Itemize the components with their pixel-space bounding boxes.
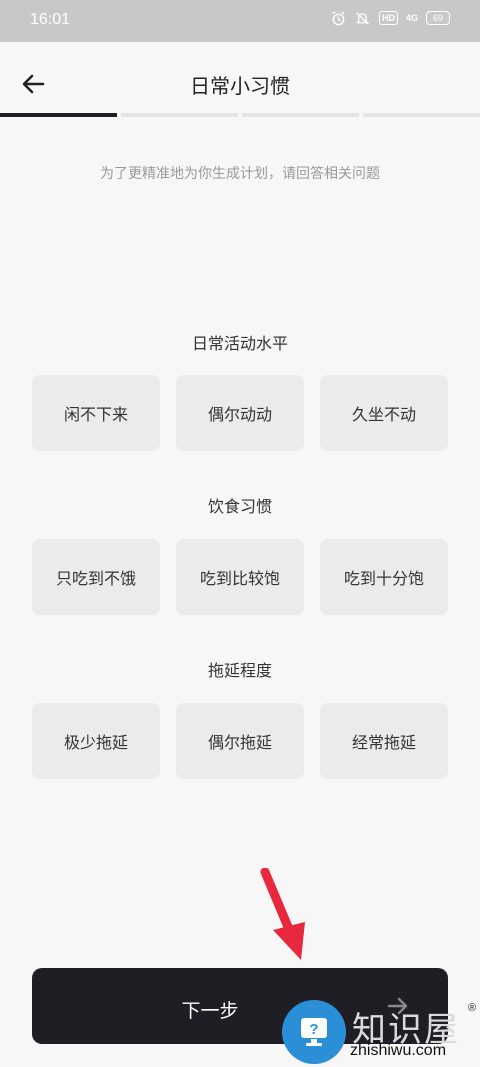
status-time: 16:01 (30, 11, 71, 28)
option-group-activity: 闲不下来 偶尔动动 久坐不动 (32, 375, 448, 451)
option-button[interactable]: 极少拖延 (32, 703, 160, 779)
option-button[interactable]: 闲不下来 (32, 375, 160, 451)
mute-icon (355, 10, 371, 26)
option-button[interactable]: 偶尔拖延 (176, 703, 304, 779)
battery-icon: 69 (426, 11, 450, 25)
option-button[interactable]: 偶尔动动 (176, 375, 304, 451)
option-group-diet: 只吃到不饿 吃到比较饱 吃到十分饱 (32, 539, 448, 615)
watermark: ? 知识屋 ® zhishiwu.com (282, 1000, 480, 1067)
step-progress (0, 113, 480, 118)
page-title: 日常小习惯 (190, 74, 290, 98)
option-group-procrastination: 极少拖延 偶尔拖延 经常拖延 (32, 703, 448, 779)
progress-step (121, 113, 238, 117)
hd-badge: HD (378, 11, 398, 25)
svg-text:?: ? (309, 1021, 318, 1038)
red-arrow-icon (260, 868, 305, 960)
option-button[interactable]: 只吃到不饿 (32, 539, 160, 615)
progress-step (242, 113, 359, 117)
instruction-text: 为了更精准地为你生成计划，请回答相关问题 (100, 166, 380, 182)
section-title-activity: 日常活动水平 (191, 334, 288, 353)
option-button[interactable]: 吃到比较饱 (176, 539, 304, 615)
watermark-url: zhishiwu.com (350, 1042, 447, 1059)
alarm-icon (331, 10, 347, 26)
option-button[interactable]: 吃到十分饱 (320, 539, 448, 615)
status-icons: HD 4G 69 (331, 10, 450, 26)
option-button[interactable]: 久坐不动 (320, 375, 448, 451)
progress-step (363, 113, 480, 117)
section-title-diet: 饮食习惯 (207, 497, 272, 516)
status-bar: 16:01 HD 4G 69 (0, 0, 480, 42)
watermark-registered: ® (468, 1002, 477, 1014)
progress-step (0, 113, 117, 117)
question-monitor-icon: ? (282, 1000, 346, 1064)
option-button[interactable]: 经常拖延 (320, 703, 448, 779)
header: 日常小习惯 (0, 42, 480, 118)
signal-icon: 4G (405, 13, 418, 23)
section-title-procrastination: 拖延程度 (207, 661, 272, 680)
